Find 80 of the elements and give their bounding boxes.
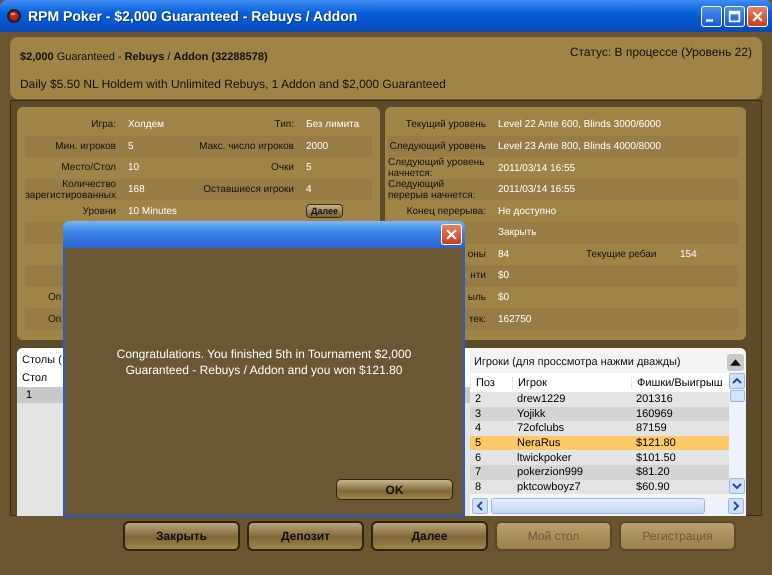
field-label: Макс. число игроков — [199, 140, 294, 152]
field-label: Следующий уровень — [390, 140, 486, 152]
column-header[interactable]: Игрок — [512, 376, 631, 388]
scrollbar-thumb[interactable] — [730, 390, 745, 402]
field-value: Холдем — [128, 119, 164, 130]
field-label: Уровни — [82, 206, 116, 217]
field-label: Следующий перерыв начнется: — [388, 178, 476, 201]
field-label: Оп — [48, 314, 62, 325]
field-value: 5 — [128, 140, 134, 152]
close-icon — [445, 228, 458, 241]
player-row[interactable]: 6 ltwickpoker $101.50 — [470, 450, 729, 465]
field-value: 162750 — [498, 314, 532, 325]
action-button[interactable]: Далее — [371, 521, 488, 551]
column-header[interactable]: Поз — [470, 376, 512, 388]
player-row[interactable]: 5 NeraRus $121.80 — [470, 436, 729, 450]
field-label: Игра: — [91, 119, 116, 130]
field-value: 10 Minutes — [128, 206, 177, 217]
player-row[interactable]: 3 Yojikk 160969 — [470, 406, 729, 422]
ok-button[interactable]: OK — [336, 479, 453, 500]
field-value: 154 — [680, 248, 697, 260]
field-value: 2011/03/14 16:55 — [498, 162, 576, 174]
field-label: Тип: — [274, 119, 294, 130]
field-label: оны — [468, 248, 486, 260]
field-label: Мин. игроков — [55, 140, 116, 152]
vertical-scrollbar[interactable] — [729, 373, 746, 494]
player-row[interactable]: 8 pktcowboyz7 $60.90 — [470, 480, 729, 494]
player-row[interactable]: 2 drew1229 201316 — [470, 392, 729, 407]
field-value: 5 — [306, 162, 312, 174]
field-value: Не доступно — [498, 206, 556, 217]
field-label: Оп — [48, 292, 62, 304]
close-button[interactable] — [441, 224, 462, 245]
field-value: 168 — [128, 184, 145, 196]
field-value: 84 — [498, 248, 510, 260]
field-value: Без лимита — [306, 119, 360, 130]
scroll-up-icon[interactable] — [729, 373, 745, 389]
horizontal-scrollbar[interactable] — [472, 498, 744, 514]
maximize-icon — [728, 10, 741, 22]
collapse-button[interactable] — [727, 354, 744, 370]
scroll-right-icon[interactable] — [728, 498, 744, 514]
field-label: тек: — [468, 314, 486, 325]
scroll-left-icon[interactable] — [472, 498, 488, 514]
field-value: Закрыть — [498, 227, 537, 238]
minimize-icon — [706, 18, 713, 22]
field-label: Конец перерыва: — [406, 206, 486, 217]
tournament-title: $2,000 Guaranteed - Rebuys / Addon (32288578) — [20, 51, 268, 63]
field-label: ыль — [468, 292, 486, 304]
player-row[interactable]: 4 72ofclubs 87159 — [470, 421, 729, 436]
field-label: Текущие ребаи — [586, 248, 656, 260]
action-button[interactable]: Депозит — [247, 521, 364, 551]
action-button[interactable]: Закрыть — [123, 521, 240, 551]
minimize-button[interactable] — [701, 6, 722, 26]
next-button[interactable]: Далее — [306, 204, 344, 218]
player-row[interactable]: 7 pokerzion999 $81.20 — [470, 464, 729, 480]
maximize-button[interactable] — [724, 6, 745, 26]
scrollbar-thumb[interactable] — [491, 498, 705, 514]
close-button[interactable] — [747, 6, 768, 26]
field-value: Level 23 Ante 800, Blinds 4000/8000 — [498, 140, 661, 152]
field-label: Оставшиеся игроки — [203, 184, 294, 196]
panel-title: Игроки (для проссмотра нажми дважды) — [474, 356, 681, 368]
poker-chip-icon — [6, 8, 22, 24]
field-label: Текущий уровень — [406, 119, 486, 130]
window-title: RPM Poker - $2,000 Guaranteed - Rebuys / Addon — [28, 8, 358, 24]
field-value: $0 — [498, 270, 510, 282]
column-header[interactable]: Стол — [22, 372, 48, 384]
field-label: нти — [470, 270, 486, 282]
field-value: 2011/03/14 16:55 — [498, 184, 576, 196]
field-value: 2000 — [306, 140, 328, 152]
triangle-up-icon — [729, 356, 742, 368]
field-value: 4 — [306, 184, 312, 196]
field-label: Количество зарегистированных — [25, 178, 116, 201]
field-label: Место/Стол — [61, 162, 116, 174]
scroll-down-icon[interactable] — [729, 478, 745, 494]
field-label: Очки — [271, 162, 294, 174]
field-value: Level 22 Ante 600, Blinds 3000/6000 — [498, 119, 661, 130]
field-value: $0 — [498, 292, 510, 304]
status-text: Статус: В процессе (Уровень 22) — [570, 45, 752, 59]
field-label: Следующий уровень начнется: — [388, 157, 484, 180]
close-icon — [751, 10, 764, 22]
tournament-description: Daily $5.50 NL Holdem with Unlimited Rebuys, 1 Addon and $2,000 Guaranteed — [20, 77, 447, 91]
field-value: 10 — [128, 162, 140, 174]
